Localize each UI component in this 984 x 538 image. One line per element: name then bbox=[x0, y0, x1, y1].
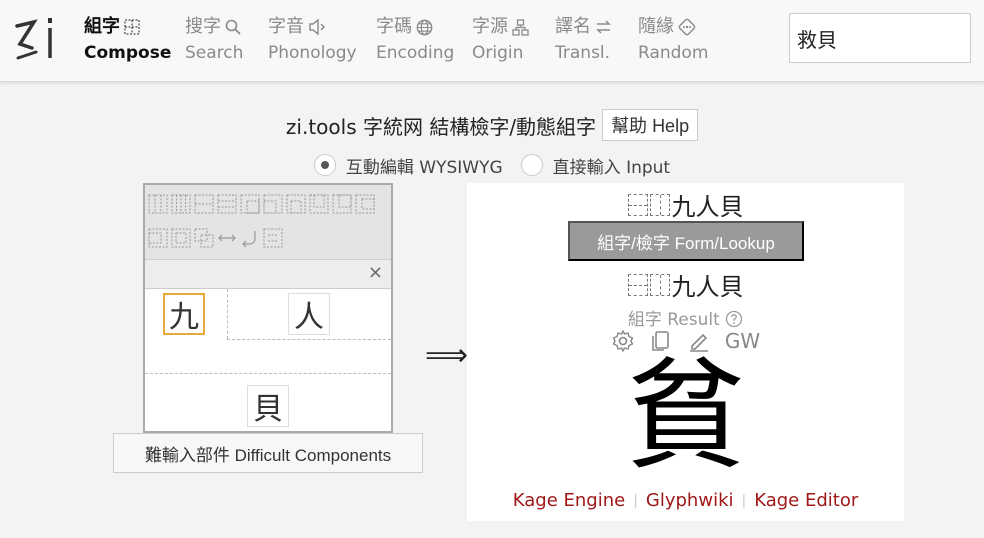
result-label-text: 組字 Result bbox=[627, 310, 720, 330]
search-input[interactable] bbox=[789, 13, 971, 63]
ids-surround-above-icon[interactable] bbox=[285, 189, 307, 219]
nav-origin-label-zh: 字源 bbox=[472, 16, 508, 37]
page-title: zi.tools 字統网 結構檢字/動態組字 bbox=[285, 114, 597, 139]
nav-phonology-label-en: Phonology bbox=[268, 43, 357, 63]
ids-full-surround-icon[interactable] bbox=[170, 223, 192, 253]
radio-checked-icon bbox=[313, 154, 336, 176]
ids-left-right-4-icon[interactable] bbox=[170, 189, 192, 219]
nav-translation-label-zh: 譯名 bbox=[555, 16, 591, 37]
structure-editor: × 九 人 貝 bbox=[143, 183, 393, 433]
ids-surround-right-icon[interactable] bbox=[147, 223, 169, 253]
result-links: Kage Engine | Glyphwiki | Kage Editor bbox=[467, 490, 904, 511]
mode-wysiwyg-label: 互動編輯 WYSIWYG bbox=[345, 157, 503, 178]
ids-left-middle-right-icon[interactable] bbox=[147, 189, 169, 219]
ids-above-below-icon bbox=[627, 193, 648, 216]
help-circle-icon[interactable] bbox=[725, 310, 743, 328]
link-separator: | bbox=[741, 492, 747, 509]
mode-wysiwyg-radio[interactable]: 互動編輯 WYSIWYG bbox=[313, 153, 503, 178]
nav-compose-label-zh: 組字 bbox=[84, 16, 120, 37]
nav-random[interactable]: 隨緣 Random bbox=[638, 14, 708, 68]
mode-input-label: 直接輸入 Input bbox=[552, 157, 671, 178]
divider bbox=[227, 339, 391, 340]
ids-surround-lower-left-icon[interactable] bbox=[331, 189, 353, 219]
link-separator: | bbox=[633, 492, 638, 509]
nav-translation-label-en: Transl. bbox=[555, 43, 611, 63]
swap-icon bbox=[596, 20, 611, 34]
component-jiu[interactable]: 九 bbox=[163, 293, 205, 335]
divider bbox=[145, 373, 391, 374]
ids-toolbar bbox=[145, 185, 391, 259]
nav-random-label-zh: 隨緣 bbox=[638, 16, 674, 37]
nav-phonology[interactable]: 字音 Phonology bbox=[268, 14, 357, 68]
zi-tools-logo[interactable] bbox=[14, 14, 60, 60]
ids-surround-below-icon[interactable] bbox=[308, 189, 330, 219]
close-icon[interactable]: × bbox=[368, 262, 383, 283]
nav-origin[interactable]: 字源 Origin bbox=[472, 14, 529, 68]
hierarchy-icon bbox=[512, 18, 529, 36]
help-button[interactable]: 幫助 Help bbox=[602, 109, 699, 141]
compose-grid-icon bbox=[124, 19, 140, 35]
mode-input-radio[interactable]: 直接輸入 Input bbox=[520, 153, 671, 178]
ids-sequence: 九人貝 bbox=[467, 187, 904, 222]
ids-above-below-icon bbox=[627, 273, 648, 296]
top-nav: 組字 Compose 搜字 Search 字音 Phonology 字碼 Enc… bbox=[0, 0, 984, 82]
editor-canvas: 九 人 貝 bbox=[145, 289, 391, 431]
ids-chars: 九人貝 bbox=[671, 193, 744, 221]
editor-close-bar: × bbox=[145, 259, 391, 289]
globe-icon bbox=[416, 19, 433, 35]
ids-swap-horizontal-icon[interactable] bbox=[216, 223, 238, 253]
nav-origin-label-en: Origin bbox=[472, 43, 524, 63]
ids-overlap-icon[interactable] bbox=[193, 223, 215, 253]
divider bbox=[227, 289, 228, 339]
result-panel: 九人貝 組字/檢字 Form/Lookup 九人貝 組字 Result GW 貧… bbox=[467, 183, 904, 521]
nav-search[interactable]: 搜字 Search bbox=[185, 14, 243, 68]
ids-sequence-result: 九人貝 bbox=[467, 267, 904, 302]
radio-unchecked-icon bbox=[520, 154, 543, 176]
mode-selector: 互動編輯 WYSIWYG 直接輸入 Input bbox=[0, 150, 984, 180]
nav-compose[interactable]: 組字 Compose bbox=[84, 14, 171, 68]
component-ren[interactable]: 人 bbox=[288, 293, 330, 335]
nav-encoding[interactable]: 字碼 Encoding bbox=[376, 14, 454, 68]
glyphwiki-link[interactable]: Glyphwiki bbox=[646, 490, 734, 511]
speaker-icon bbox=[309, 19, 325, 35]
ids-unknown-structure-icon[interactable] bbox=[262, 223, 284, 253]
difficult-components-button[interactable]: 難輸入部件 Difficult Components bbox=[113, 433, 423, 473]
title-row: zi.tools 字統网 結構檢字/動態組字 幫助 Help bbox=[0, 108, 984, 142]
ids-surround-upper-right-icon[interactable] bbox=[262, 189, 284, 219]
nav-random-label-en: Random bbox=[638, 43, 709, 63]
ids-left-right-icon bbox=[649, 273, 670, 296]
ids-rotate-icon[interactable] bbox=[239, 223, 261, 253]
component-bei[interactable]: 貝 bbox=[247, 385, 289, 427]
ids-left-right-icon bbox=[649, 193, 670, 216]
kage-engine-link[interactable]: Kage Engine bbox=[513, 490, 625, 511]
ids-chars-result: 九人貝 bbox=[671, 273, 744, 301]
nav-encoding-label-zh: 字碼 bbox=[376, 16, 412, 37]
nav-search-label-zh: 搜字 bbox=[185, 16, 221, 37]
search-icon bbox=[225, 19, 241, 35]
kage-editor-link[interactable]: Kage Editor bbox=[754, 490, 858, 511]
nav-phonology-label-zh: 字音 bbox=[268, 16, 304, 37]
nav-compose-label-en: Compose bbox=[84, 43, 172, 63]
result-glyph: 貧 bbox=[625, 347, 746, 486]
result-label: 組字 Result bbox=[467, 305, 904, 330]
ids-surround-upper-left-icon[interactable] bbox=[239, 189, 261, 219]
ids-above-below-icon[interactable] bbox=[193, 189, 215, 219]
dice-icon bbox=[678, 18, 696, 36]
nav-encoding-label-en: Encoding bbox=[376, 43, 455, 63]
form-lookup-button[interactable]: 組字/檢字 Form/Lookup bbox=[568, 221, 804, 261]
ids-above-middle-below-icon[interactable] bbox=[216, 189, 238, 219]
arrow-right-icon: ⟹ bbox=[425, 338, 469, 373]
nav-search-label-en: Search bbox=[185, 43, 244, 63]
ids-surround-left-icon[interactable] bbox=[354, 189, 376, 219]
nav-translation[interactable]: 譯名 Transl. bbox=[555, 14, 612, 68]
